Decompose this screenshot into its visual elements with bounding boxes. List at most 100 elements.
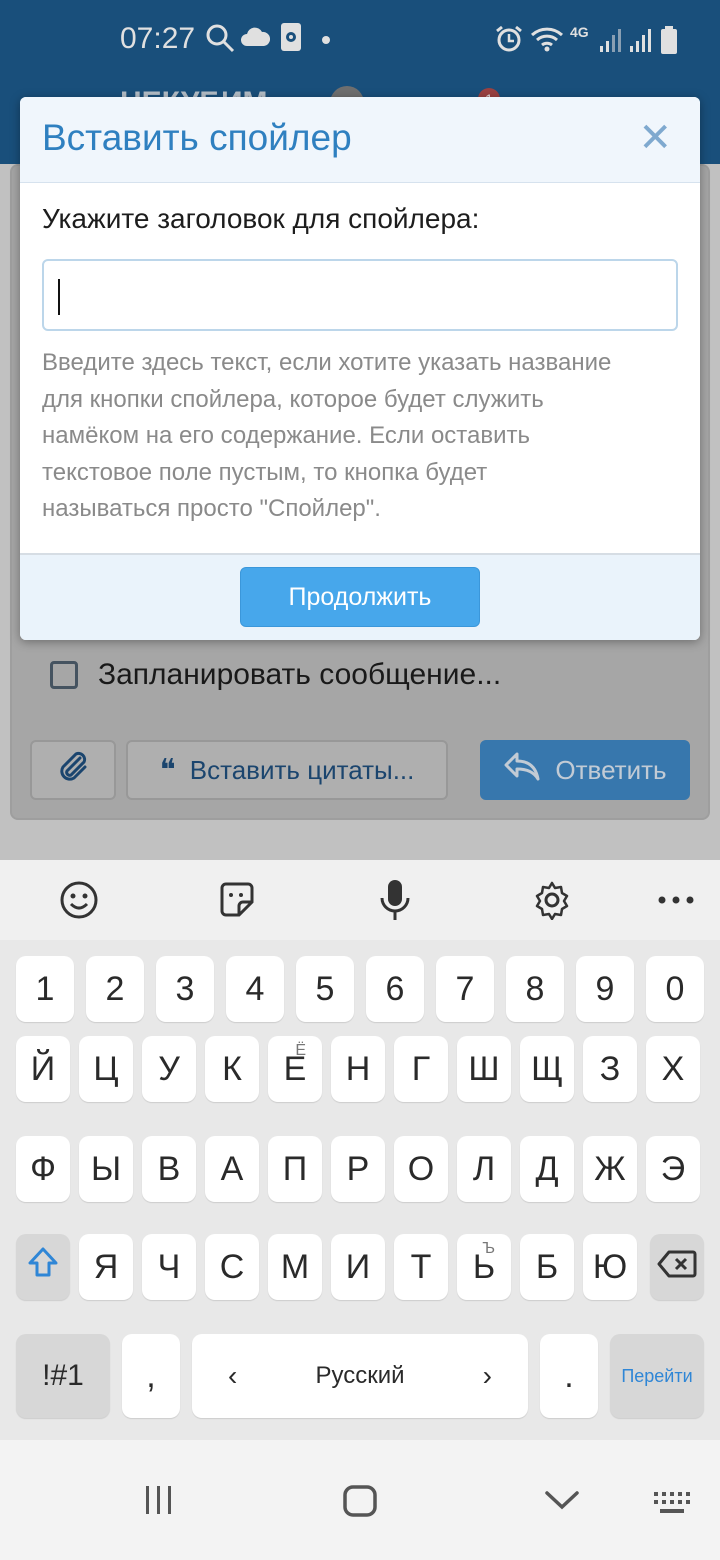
spoiler-title-input[interactable] (42, 259, 678, 331)
key-1[interactable]: 1 (16, 956, 74, 1022)
backspace-icon (657, 1248, 697, 1287)
key-0[interactable]: 0 (646, 956, 704, 1022)
close-icon[interactable]: ✕ (638, 115, 672, 161)
emoji-icon[interactable] (59, 880, 99, 920)
key-5[interactable]: 5 (296, 956, 354, 1022)
navigation-bar (0, 1440, 720, 1560)
period-key[interactable]: . (540, 1334, 598, 1418)
key-letter-label: А (220, 1149, 244, 1188)
key-letter[interactable]: Й (16, 1036, 70, 1102)
key-6[interactable]: 6 (366, 956, 424, 1022)
key-letter[interactable]: Л (457, 1136, 511, 1202)
key-letter[interactable]: Ы (79, 1136, 133, 1202)
key-alt-label: Ё (295, 1042, 306, 1059)
symbols-key[interactable]: !#1 (16, 1334, 110, 1418)
key-8-label: 8 (525, 969, 545, 1008)
key-letter[interactable]: Б (520, 1234, 574, 1300)
key-4[interactable]: 4 (226, 956, 284, 1022)
key-letter[interactable]: Т (394, 1234, 448, 1300)
key-letter[interactable]: Ф (16, 1136, 70, 1202)
period-key-label: . (564, 1356, 574, 1395)
hint-line: для кнопки спойлера, которое будет служи… (42, 385, 544, 413)
key-6-label: 6 (385, 969, 405, 1008)
key-letter[interactable]: Н (331, 1036, 385, 1102)
key-letter-label: Ч (157, 1247, 181, 1286)
key-letter-label: Н (345, 1049, 371, 1088)
home-icon[interactable] (342, 1484, 378, 1523)
key-letter[interactable]: О (394, 1136, 448, 1202)
key-letter-label: Б (535, 1247, 559, 1286)
key-3-label: 3 (175, 969, 195, 1008)
key-0-label: 0 (665, 969, 685, 1008)
keyboard: 1 2 3 4 5 6 7 8 9 0 ЙЦУ К ЕЁ Н ГШЩЗ Х ФЫВАПРОЛДЖЭ ЯЧСМИТЬ… (0, 860, 720, 1560)
go-key-label: Перейти (621, 1365, 693, 1386)
key-letter-label: Я (93, 1247, 119, 1286)
key-letter[interactable]: В (142, 1136, 196, 1202)
more-icon[interactable] (656, 880, 696, 920)
key-7[interactable]: 7 (436, 956, 494, 1022)
key-letter[interactable]: Ш (457, 1036, 511, 1102)
back-chevron-icon[interactable] (544, 1490, 580, 1515)
gear-icon[interactable] (532, 880, 572, 920)
key-letter[interactable]: У (142, 1036, 196, 1102)
key-letter-label: В (157, 1149, 181, 1188)
key-letter[interactable]: Я (79, 1234, 133, 1300)
key-letter[interactable]: А (205, 1136, 259, 1202)
key-letter[interactable]: Ю (583, 1234, 637, 1300)
key-2-label: 2 (105, 969, 125, 1008)
dialog-body: Укажите заголовок для спойлера: Введите … (20, 183, 700, 548)
space-key[interactable]: ‹ › Русский (192, 1334, 528, 1418)
key-letter[interactable]: И (331, 1234, 385, 1300)
key-letter[interactable]: К (205, 1036, 259, 1102)
dialog-header: Вставить спойлер ✕ (20, 97, 700, 183)
key-letter[interactable]: Э (646, 1136, 700, 1202)
key-8[interactable]: 8 (506, 956, 564, 1022)
key-letter[interactable]: Ж (583, 1136, 637, 1202)
key-letter[interactable]: ЕЁ (268, 1036, 322, 1102)
key-letter[interactable]: Щ (520, 1036, 574, 1102)
key-letter[interactable]: М (268, 1234, 322, 1300)
recent-apps-icon[interactable] (144, 1484, 174, 1521)
key-7-label: 7 (455, 969, 475, 1008)
key-letter[interactable]: Г (394, 1036, 448, 1102)
key-letter[interactable]: З (583, 1036, 637, 1102)
space-label: Русский (315, 1362, 405, 1389)
key-1-label: 1 (35, 969, 55, 1008)
key-letter[interactable]: Х (646, 1036, 700, 1102)
key-letter-label: К (222, 1049, 242, 1088)
spoiler-title-label: Укажите заголовок для спойлера: (42, 203, 480, 234)
shift-key[interactable] (16, 1234, 70, 1300)
insert-spoiler-dialog: Вставить спойлер ✕ Укажите заголовок для… (20, 97, 700, 640)
key-2[interactable]: 2 (86, 956, 144, 1022)
keyboard-toolbar (0, 860, 720, 940)
key-letter-label: Х (661, 1049, 685, 1088)
key-4-label: 4 (245, 969, 265, 1008)
keyboard-hide-icon[interactable] (652, 1490, 692, 1521)
key-alt-label: Ъ (482, 1240, 495, 1257)
key-letter-label: З (599, 1049, 621, 1088)
key-letter[interactable]: Д (520, 1136, 574, 1202)
sticker-icon[interactable] (217, 880, 257, 920)
key-3[interactable]: 3 (156, 956, 214, 1022)
key-letter-label: Г (411, 1049, 431, 1088)
hint-line: Введите здесь текст, если хотите указать… (42, 349, 612, 376)
key-letter[interactable]: ЬЪ (457, 1234, 511, 1300)
key-9[interactable]: 9 (576, 956, 634, 1022)
mic-icon[interactable] (375, 880, 415, 920)
go-key[interactable]: Перейти (610, 1334, 704, 1418)
continue-button[interactable]: Продолжить (240, 567, 480, 627)
key-letter[interactable]: Р (331, 1136, 385, 1202)
chevron-left-icon: ‹ (228, 1360, 238, 1391)
backspace-key[interactable] (650, 1234, 704, 1300)
key-letter-label: И (345, 1247, 371, 1286)
key-letter[interactable]: Ч (142, 1234, 196, 1300)
comma-key[interactable]: , (122, 1334, 180, 1418)
key-letter[interactable]: Ц (79, 1036, 133, 1102)
key-letter[interactable]: С (205, 1234, 259, 1300)
key-letter-label: У (158, 1049, 180, 1088)
key-letter[interactable]: П (268, 1136, 322, 1202)
dialog-title: Вставить спойлер (42, 117, 352, 158)
symbols-key-label: !#1 (42, 1359, 84, 1392)
key-letter-label: Й (30, 1049, 56, 1088)
hint-line: намёком на его содержание. Если оставить (42, 422, 531, 449)
